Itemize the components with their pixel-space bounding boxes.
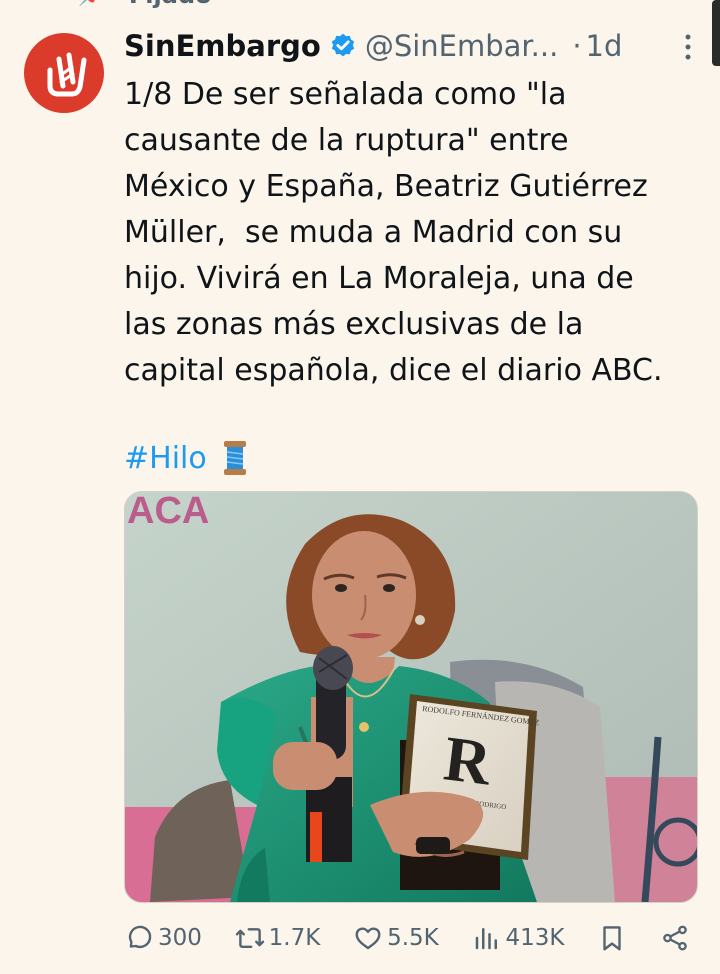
tweet-media-image[interactable]: ACA RODOLFO FERNÁNDEZ GOMEZ R DAN <box>124 491 698 903</box>
repost-count: 1.7K <box>268 925 321 951</box>
like-button[interactable]: 5.5K <box>353 914 439 962</box>
reply-count: 300 <box>158 925 202 951</box>
background-sign-text: ACA <box>127 492 209 532</box>
tweet-actions-bar: 300 1.7K 5.5K 413K <box>124 914 690 962</box>
verified-badge-icon <box>331 33 355 57</box>
views-count: 413K <box>505 925 565 951</box>
bookmark-button[interactable] <box>597 914 627 962</box>
sinembargo-logo-icon <box>47 52 87 97</box>
views-icon <box>475 928 497 950</box>
share-button[interactable] <box>660 914 690 962</box>
more-options-icon[interactable] <box>684 33 692 61</box>
bookmark-icon <box>603 926 621 951</box>
hashtag-line: #Hilo <box>124 435 249 481</box>
tweet-text-line: las zonas más exclusivas de la <box>124 307 584 342</box>
display-name[interactable]: SinEmbargo <box>124 29 321 63</box>
tweet-text-line: Müller, se muda a Madrid con su <box>124 215 623 250</box>
reply-icon <box>128 925 152 949</box>
separator-dot: · <box>572 29 582 63</box>
book-cover-letter: R <box>440 722 495 798</box>
woman-holding-book-photo: ACA RODOLFO FERNÁNDEZ GOMEZ R DAN <box>125 492 697 902</box>
repost-icon <box>235 928 264 948</box>
account-handle[interactable]: @SinEmbar... <box>365 29 559 63</box>
repost-button[interactable]: 1.7K <box>235 914 321 962</box>
views-button[interactable]: 413K <box>472 914 565 962</box>
tweet-text-line: capital española, dice el diario ABC. <box>124 353 663 388</box>
hashtag-link[interactable]: #Hilo <box>124 441 207 476</box>
reply-button[interactable]: 300 <box>124 914 202 962</box>
tweet-header: SinEmbargo @SinEmbar... · 1d <box>124 24 694 68</box>
thread-spool-icon <box>223 441 246 475</box>
like-icon <box>355 927 381 950</box>
pin-icon: 📌 <box>78 0 103 5</box>
pinned-label: Fijado <box>129 0 212 9</box>
post-time[interactable]: 1d <box>586 29 623 63</box>
pinned-indicator: 📌 Fijado <box>78 0 212 9</box>
like-count: 5.5K <box>387 925 439 951</box>
tweet-text-line: hijo. Vivirá en La Moraleja, una de <box>124 261 634 296</box>
scrollbar[interactable] <box>712 0 720 66</box>
tweet-text-line: México y España, Beatriz Gutiérrez <box>124 169 648 204</box>
tweet-text-line: causante de la ruptura" entre <box>124 123 569 158</box>
share-icon <box>663 925 687 951</box>
avatar[interactable] <box>24 33 104 113</box>
tweet-text: 1/8 De ser señalada como "la causante de… <box>124 72 692 394</box>
tweet-text-line: 1/8 De ser señalada como "la <box>124 77 567 112</box>
